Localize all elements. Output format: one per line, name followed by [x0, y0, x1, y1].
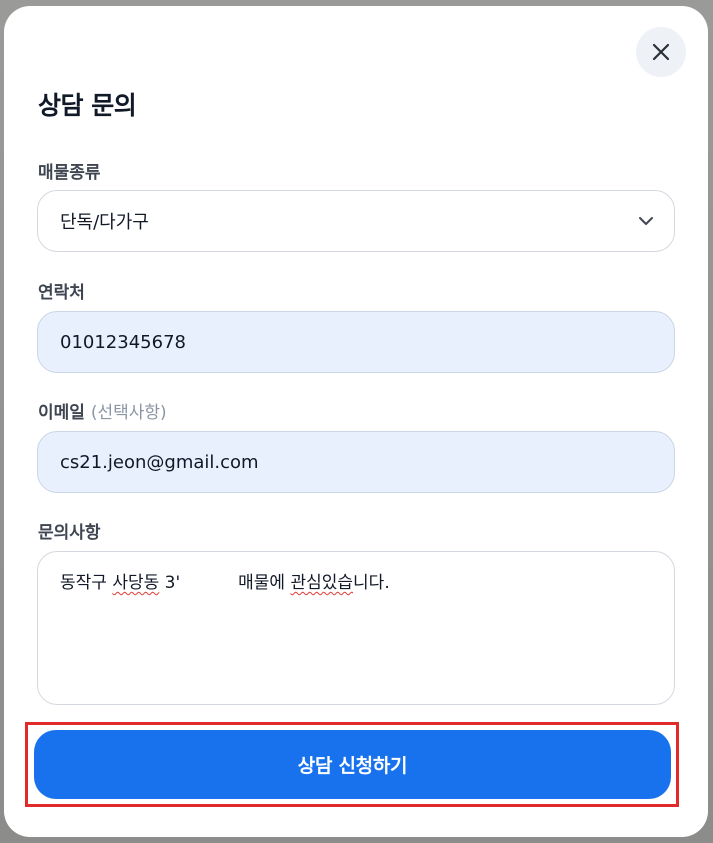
inquiry-modal: 상담 문의 매물종류 단독/다가구 연락처 01012345678 이메일 (선… — [4, 6, 708, 837]
submit-consultation-button[interactable]: 상담 신청하기 — [34, 730, 671, 799]
email-label: 이메일 (선택사항) — [38, 398, 167, 423]
close-button[interactable] — [636, 27, 686, 77]
inquiry-misspelled-2: 관심있습 — [290, 573, 354, 593]
email-value: cs21.jeon@gmail.com — [60, 451, 259, 473]
contact-label: 연락처 — [38, 283, 85, 303]
property-type-select[interactable]: 단독/다가구 — [37, 190, 675, 252]
inquiry-text-3: 매물에 — [238, 573, 291, 593]
inquiry-text-2: 3' — [159, 573, 181, 593]
contact-input[interactable]: 01012345678 — [37, 311, 675, 373]
email-label-text: 이메일 — [38, 403, 85, 423]
inquiry-text-1: 동작구 — [60, 573, 113, 593]
property-type-value: 단독/다가구 — [60, 212, 149, 233]
email-optional-note: (선택사항) — [90, 403, 167, 423]
inquiry-textarea[interactable]: 동작구 사당동 3' 매물에 관심있습니다. — [37, 551, 675, 705]
inquiry-misspelled-1: 사당동 — [112, 573, 160, 593]
chevron-down-icon — [638, 212, 656, 230]
email-input[interactable]: cs21.jeon@gmail.com — [37, 431, 675, 493]
inquiry-label: 문의사항 — [38, 523, 101, 543]
inquiry-text-4: 니다. — [353, 573, 390, 593]
modal-title: 상담 문의 — [38, 91, 137, 120]
contact-value: 01012345678 — [60, 331, 186, 353]
close-icon — [652, 43, 670, 61]
property-type-label: 매물종류 — [38, 163, 101, 183]
